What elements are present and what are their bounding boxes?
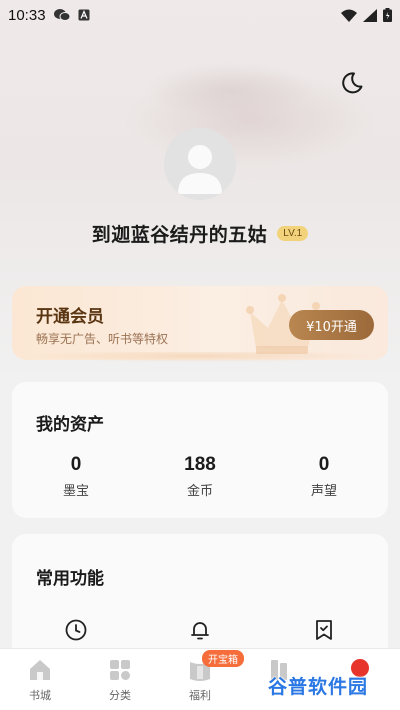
level-badge[interactable]: LV.1 (277, 225, 309, 241)
bell-icon (191, 622, 209, 640)
night-mode-button[interactable] (339, 70, 365, 96)
signal-icon (363, 8, 377, 22)
home-icon (30, 660, 50, 680)
asset-label: 墨宝 (62, 484, 89, 499)
asset-ink[interactable]: 0 墨宝 (26, 454, 126, 499)
notification-a-icon (78, 9, 90, 21)
wechat-icon (53, 8, 70, 22)
username-row: 到迦蓝谷结丹的五姑 LV.1 (0, 218, 400, 248)
nav-label: 分类 (109, 689, 131, 702)
vip-open-button[interactable]: ¥10开通 (289, 310, 374, 340)
asset-value: 188 (184, 454, 216, 475)
asset-coins[interactable]: 188 金币 (150, 454, 250, 499)
nav-label: 书城 (29, 689, 51, 702)
status-bar: 10:33 (0, 0, 400, 30)
vip-card[interactable]: 开通会员 畅享无广告、听书等特权 ¥10开通 (12, 286, 388, 360)
asset-label: 声望 (310, 484, 337, 499)
grid-icon (110, 660, 130, 680)
wifi-icon (341, 9, 357, 22)
status-time: 10:33 (8, 6, 46, 24)
vip-title: 开通会员 (36, 307, 104, 327)
asset-label: 金币 (186, 484, 213, 499)
asset-reputation[interactable]: 0 声望 (274, 454, 374, 499)
nav-bookstore[interactable]: 书城 (0, 657, 80, 703)
asset-value: 0 (318, 454, 330, 475)
status-right-icons (341, 8, 392, 22)
asset-value: 0 (70, 454, 82, 475)
watermark-text: 谷普软件园 (268, 675, 369, 698)
bookmarks-button[interactable] (312, 618, 336, 642)
history-button[interactable] (64, 618, 88, 642)
default-avatar-icon (164, 128, 236, 200)
notifications-button[interactable] (188, 618, 212, 642)
nav-label: 福利 (189, 689, 211, 702)
vip-glow (0, 352, 400, 366)
assets-title: 我的资产 (36, 415, 104, 435)
functions-title: 常用功能 (36, 569, 104, 589)
welfare-badge: 开宝箱 (202, 650, 244, 667)
nav-category[interactable]: 分类 (80, 657, 160, 703)
avatar[interactable] (164, 128, 236, 200)
bookmark-icon (316, 620, 332, 640)
vip-subtitle: 畅享无广告、听书等特权 (36, 332, 169, 346)
assets-card: 我的资产 0 墨宝 188 金币 0 声望 (12, 382, 388, 518)
clock-icon (65, 619, 87, 641)
battery-icon (383, 8, 392, 22)
moon-icon (342, 72, 363, 94)
watermark: 谷普软件园 (268, 670, 368, 700)
username[interactable]: 到迦蓝谷结丹的五姑 (92, 220, 268, 247)
